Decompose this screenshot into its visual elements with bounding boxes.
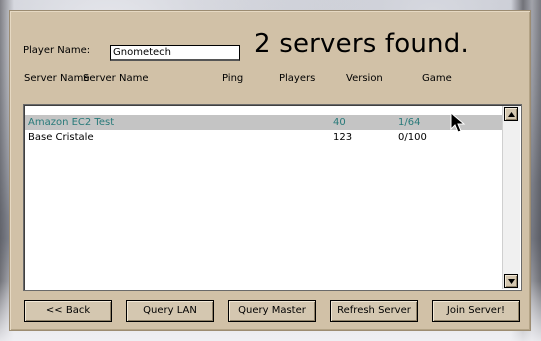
server-list[interactable]: Amazon EC2 Test 40 1/64 Base Cristale 12… (23, 104, 522, 291)
query-lan-button[interactable]: Query LAN (126, 300, 214, 322)
column-header-players[interactable]: Players (279, 73, 315, 84)
server-browser-dialog: Player Name: 2 servers found. Server Nam… (9, 10, 531, 331)
server-version-cell: 40 (333, 117, 346, 128)
server-row[interactable]: Base Cristale 123 0/100 (25, 130, 502, 145)
column-header-server-name[interactable]: Server Name (24, 73, 89, 84)
list-scrollbar[interactable] (502, 106, 520, 289)
server-game-cell: 0/100 (398, 132, 427, 143)
player-name-label: Player Name: (23, 45, 91, 56)
column-header-ping[interactable]: Ping (222, 73, 243, 84)
player-name-input[interactable] (110, 45, 240, 61)
column-header-server-name-2[interactable]: Server Name (83, 73, 148, 84)
triangle-down-icon (508, 279, 515, 284)
back-button[interactable]: << Back (24, 300, 112, 322)
query-master-button[interactable]: Query Master (228, 300, 316, 322)
mouse-pointer-icon (450, 112, 466, 133)
join-server-button[interactable]: Join Server! (432, 300, 520, 322)
triangle-up-icon (508, 112, 515, 117)
server-game-cell: 1/64 (398, 117, 421, 128)
server-name-cell: Amazon EC2 Test (28, 117, 115, 128)
server-row[interactable]: Amazon EC2 Test 40 1/64 (25, 115, 502, 130)
scroll-down-button[interactable] (504, 274, 518, 288)
column-header-version[interactable]: Version (346, 73, 383, 84)
scroll-up-button[interactable] (504, 107, 518, 121)
refresh-server-button[interactable]: Refresh Server (330, 300, 418, 322)
server-name-cell: Base Cristale (28, 132, 94, 143)
servers-found-title: 2 servers found. (254, 29, 469, 59)
server-version-cell: 123 (333, 132, 353, 143)
column-header-game[interactable]: Game (422, 73, 452, 84)
